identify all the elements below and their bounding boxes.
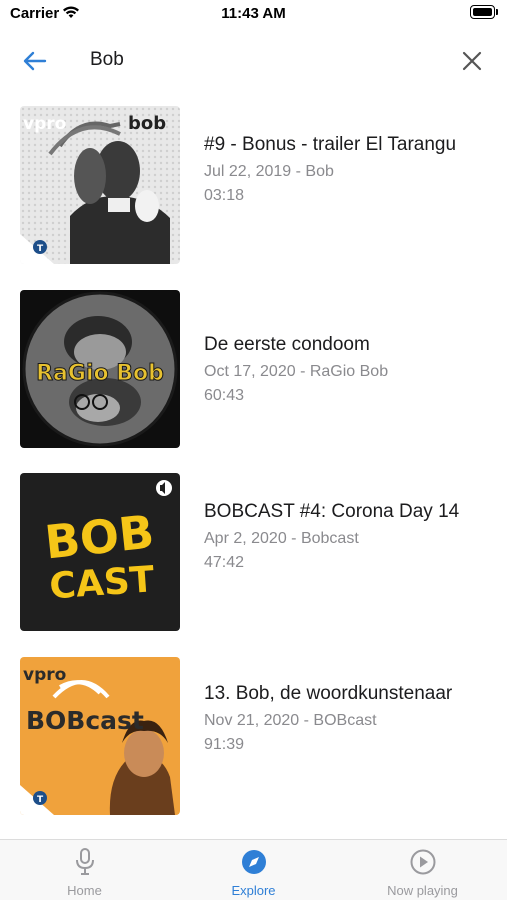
episode-artwork: vpro bob T xyxy=(20,106,180,264)
tab-now-playing[interactable]: Now playing xyxy=(338,840,507,900)
episode-duration: 03:18 xyxy=(204,187,245,204)
episode-title: #9 - Bonus - trailer El Tarangu xyxy=(204,134,457,155)
close-icon xyxy=(462,51,482,71)
episode-duration: 60:43 xyxy=(204,387,245,404)
svg-text:T: T xyxy=(37,244,44,254)
episode-title: BOBCAST #4: Corona Day 14 xyxy=(204,501,460,522)
episode-meta: #9 - Bonus - trailer El Tarangu Jul 22, … xyxy=(204,130,494,208)
episode-meta: De eerste condoom Oct 17, 2020 - RaGio B… xyxy=(204,330,494,408)
episode-date-show: Nov 21, 2020 - BOBcast xyxy=(204,712,377,729)
episode-artwork: RaGio Bob xyxy=(20,290,180,448)
result-item[interactable]: BOB CAST BOBCAST #4: Corona Day 14 Apr 2… xyxy=(0,471,507,631)
clock: 11:43 AM xyxy=(221,5,286,22)
episode-meta: BOBCAST #4: Corona Day 14 Apr 2, 2020 - … xyxy=(204,497,494,575)
back-button[interactable] xyxy=(18,46,52,76)
result-item[interactable]: vpro BOBcast T 13. Bob, de woordkunstena… xyxy=(0,655,507,815)
tab-now-playing-label: Now playing xyxy=(387,883,458,898)
compass-icon xyxy=(169,848,338,876)
artwork-cast-text: CAST xyxy=(48,559,156,607)
microphone-icon xyxy=(0,848,169,876)
artwork-vpro-label: vpro xyxy=(23,665,66,685)
episode-artwork: BOB CAST xyxy=(20,473,180,631)
artwork-bob-label: bob xyxy=(128,113,166,134)
artwork-bobcast-text: BOBcast xyxy=(26,706,144,735)
episode-title: 13. Bob, de woordkunstenaar xyxy=(204,683,453,704)
svg-text:T: T xyxy=(37,795,44,805)
tab-explore-label: Explore xyxy=(231,883,276,898)
episode-title: De eerste condoom xyxy=(204,334,370,355)
clear-search-button[interactable] xyxy=(455,44,489,78)
episode-date-show: Apr 2, 2020 - Bobcast xyxy=(204,530,359,547)
episode-date-show: Jul 22, 2019 - Bob xyxy=(204,163,334,180)
tab-bar: Home Explore Now playing xyxy=(0,839,507,900)
search-header: Bob xyxy=(0,38,507,84)
episode-artwork: vpro BOBcast T xyxy=(20,657,180,815)
tab-explore[interactable]: Explore xyxy=(169,840,338,900)
episode-meta: 13. Bob, de woordkunstenaar Nov 21, 2020… xyxy=(204,679,494,757)
search-query-field[interactable]: Bob xyxy=(90,49,390,71)
result-item[interactable]: vpro bob T #9 - Bonus - trailer El Taran… xyxy=(0,104,507,264)
status-bar: Carrier 11:43 AM xyxy=(0,0,507,28)
episode-date-show: Oct 17, 2020 - RaGio Bob xyxy=(204,363,389,380)
artwork-ragio-bob-text: RaGio Bob xyxy=(36,361,164,386)
npo-corner-icon: T xyxy=(33,240,47,254)
result-item[interactable]: RaGio Bob De eerste condoom Oct 17, 2020… xyxy=(0,288,507,448)
speaker-icon xyxy=(156,480,172,496)
play-circle-icon xyxy=(338,848,507,876)
tab-home-label: Home xyxy=(67,883,102,898)
artwork-vpro-label: vpro xyxy=(23,114,66,134)
battery-icon xyxy=(470,5,498,19)
episode-duration: 91:39 xyxy=(204,736,245,753)
episode-duration: 47:42 xyxy=(204,554,245,571)
tab-home[interactable]: Home xyxy=(0,840,169,900)
arrow-left-icon xyxy=(23,51,47,71)
npo-corner-icon: T xyxy=(33,791,47,805)
